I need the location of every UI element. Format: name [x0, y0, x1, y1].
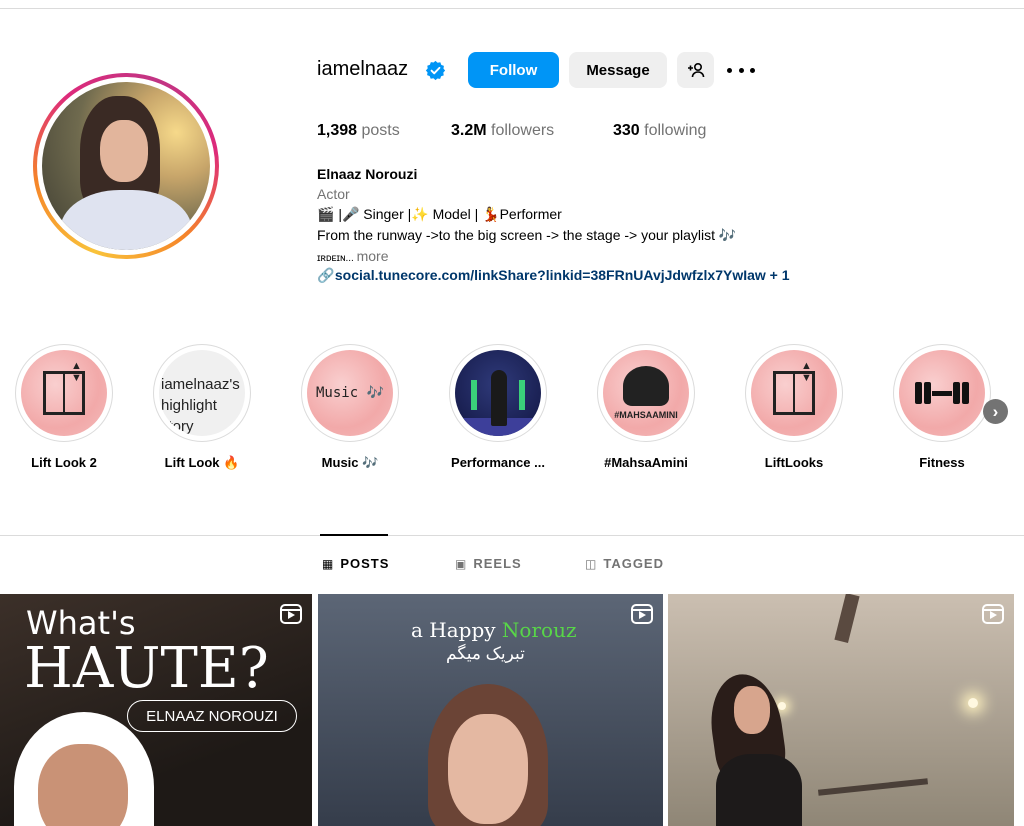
tab-posts[interactable]: ▦ POSTS — [322, 556, 389, 571]
highlight-cover-text: #MAHSAAMINI — [614, 410, 678, 420]
reels-icon: ▣ — [455, 556, 468, 571]
add-person-icon — [687, 62, 704, 78]
tab-label: POSTS — [340, 556, 390, 571]
highlight-cover: ▲ ▼ — [21, 350, 107, 436]
tagged-icon: ◫ — [585, 556, 598, 571]
highlight-label: Performance ... — [451, 455, 545, 470]
dumbbell-icon — [914, 382, 970, 404]
bio-full-name: Elnaaz Norouzi — [317, 166, 418, 182]
highlight-cover: #MAHSAAMINI — [603, 350, 689, 436]
more-options-icon[interactable] — [727, 60, 755, 80]
post-tile[interactable] — [668, 594, 1014, 826]
highlight-cover: ▲ ▼ — [751, 350, 837, 436]
message-button[interactable]: Message — [569, 52, 667, 88]
bio-more-link[interactable]: more — [357, 248, 389, 264]
tab-label: TAGGED — [603, 556, 664, 571]
up-down-arrows-icon: ▲ ▼ — [801, 360, 812, 384]
tab-label: REELS — [473, 556, 522, 571]
active-tab-indicator — [320, 534, 388, 536]
tab-tagged[interactable]: ◫ TAGGED — [585, 556, 664, 571]
post-overlay-headline: HAUTE? — [24, 636, 269, 701]
highlight-cover — [455, 350, 541, 436]
bio-line-3: ɪʀᴅᴇɪɴ... more — [317, 248, 389, 264]
bio-truncated-text: ɪʀᴅᴇɪɴ... — [317, 253, 354, 264]
bio-line-1: 🎬 |🎤 Singer |✨ Model | 💃Performer — [317, 206, 562, 222]
avatar-photo — [42, 82, 210, 250]
reel-icon — [631, 604, 653, 624]
up-down-arrows-icon: ▲ ▼ — [71, 360, 82, 384]
link-icon: 🔗 — [317, 267, 335, 283]
suggested-accounts-button[interactable] — [677, 52, 714, 88]
bio-link-text: social.tunecore.com/linkShare?linkid=38F… — [334, 267, 790, 283]
reel-icon — [982, 604, 1004, 624]
post-tile[interactable]: a Happy Norouz تبریک میگم — [318, 594, 663, 826]
highlight-label: LiftLooks — [764, 455, 824, 470]
grid-icon: ▦ — [322, 556, 335, 571]
post-tile[interactable]: What's HAUTE? ELNAAZ NOROUZI — [0, 594, 312, 826]
highlight-cover-text: Music 🎶 — [315, 385, 384, 401]
highlight-label: Lift Look 2 — [31, 455, 97, 470]
woman-silhouette-icon — [623, 366, 669, 406]
follow-button[interactable]: Follow — [468, 52, 559, 88]
tabs-divider — [0, 535, 1024, 536]
highlight-cover: Music 🎶 — [307, 350, 393, 436]
highlight-label: Fitness — [919, 455, 965, 470]
verified-badge-icon — [425, 60, 446, 81]
post-overlay-title: a Happy Norouz — [411, 618, 577, 642]
highlights-next-icon[interactable]: › — [983, 399, 1008, 424]
profile-avatar[interactable] — [33, 73, 219, 259]
following-link[interactable]: 330 following — [613, 122, 706, 140]
post-overlay-subtitle: تبریک میگم — [446, 644, 525, 663]
highlight-label: Music 🎶 — [321, 455, 379, 470]
highlight-cover: iamelnaaz's highlight story — [159, 350, 245, 436]
bio-line-2: From the runway ->to the big screen -> t… — [317, 227, 737, 243]
highlight-cover-alt-text: iamelnaaz's highlight story — [161, 376, 240, 435]
highlight-label: #MahsaAmini — [604, 455, 688, 470]
reel-icon — [280, 604, 302, 624]
followers-link[interactable]: 3.2M followers — [451, 122, 554, 140]
bio-category: Actor — [317, 186, 350, 202]
tab-reels[interactable]: ▣ REELS — [455, 556, 522, 571]
highlight-cover — [899, 350, 985, 436]
post-name-tag: ELNAAZ NOROUZI — [127, 700, 297, 732]
bio-external-link[interactable]: 🔗 social.tunecore.com/linkShare?linkid=3… — [317, 267, 790, 284]
profile-username: iamelnaaz — [317, 58, 409, 80]
posts-count: 1,398 posts — [317, 122, 400, 139]
top-divider — [0, 8, 1024, 9]
highlight-label: Lift Look 🔥 — [164, 455, 240, 470]
